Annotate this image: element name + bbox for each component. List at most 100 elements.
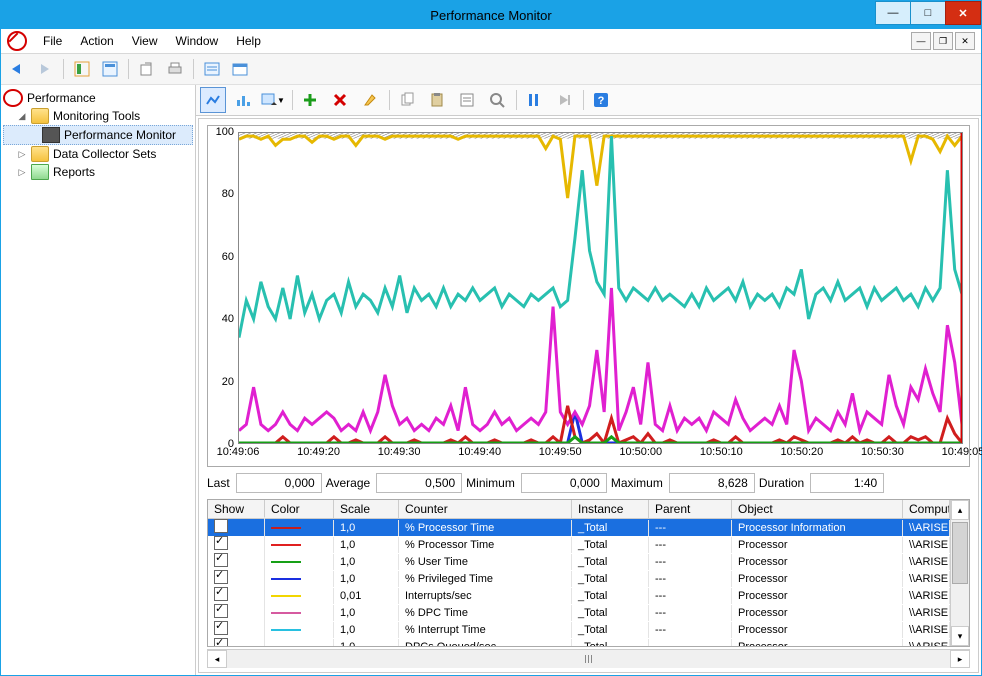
show-checkbox[interactable]: [214, 604, 228, 618]
table-row[interactable]: 1,0% User Time_Total---Processor\\ARISER…: [208, 553, 950, 570]
show-hide-tree-button[interactable]: [70, 57, 94, 81]
close-button[interactable]: ✕: [945, 1, 981, 25]
freeze-button[interactable]: [521, 87, 547, 113]
forward-button[interactable]: [33, 57, 57, 81]
table-row[interactable]: 0,01Interrupts/sec_Total---Processor\\AR…: [208, 587, 950, 604]
computer-cell: \\ARISERVER: [903, 537, 950, 553]
child-window-controls: — ❐ ✕: [911, 32, 975, 50]
show-checkbox[interactable]: [214, 553, 228, 567]
scroll-down-button[interactable]: ▾: [951, 626, 969, 646]
chart-canvas[interactable]: [238, 132, 963, 444]
scroll-right-button[interactable]: ▸: [950, 650, 970, 668]
add-counter-button[interactable]: [297, 87, 323, 113]
counter-grid[interactable]: Show Color Scale Counter Instance Parent…: [207, 499, 970, 647]
view-histogram-button[interactable]: [230, 87, 256, 113]
scale-cell: 0,01: [334, 588, 399, 604]
scroll-thumb[interactable]: [952, 522, 968, 584]
col-counter[interactable]: Counter: [399, 500, 572, 518]
delete-counter-button[interactable]: [327, 87, 353, 113]
options-button[interactable]: [200, 57, 224, 81]
export-button[interactable]: [135, 57, 159, 81]
x-tick: 10:49:06: [217, 446, 260, 458]
expand-icon[interactable]: ▷: [17, 149, 27, 160]
display-type-dropdown[interactable]: ▼: [260, 87, 286, 113]
expand-icon[interactable]: ▷: [17, 167, 27, 178]
col-show[interactable]: Show: [208, 500, 265, 518]
instance-cell: _Total: [572, 639, 649, 647]
scroll-left-button[interactable]: ◂: [207, 650, 227, 668]
counter-cell: % Processor Time: [399, 520, 572, 536]
col-computer[interactable]: Computer: [903, 500, 950, 518]
navigation-tree[interactable]: Performance ◢ Monitoring Tools Performan…: [1, 85, 196, 675]
view-graph-button[interactable]: [200, 87, 226, 113]
show-checkbox[interactable]: [214, 519, 228, 533]
scroll-track[interactable]: [951, 520, 969, 626]
parent-cell: ---: [649, 605, 732, 621]
grid-header[interactable]: Show Color Scale Counter Instance Parent…: [208, 500, 950, 519]
show-checkbox[interactable]: [214, 587, 228, 601]
instance-cell: _Total: [572, 554, 649, 570]
menu-file[interactable]: File: [35, 31, 70, 51]
titlebar[interactable]: Performance Monitor — □ ✕: [1, 1, 981, 29]
navigation-toolbar: [1, 54, 981, 85]
stats-bar: Last 0,000 Average 0,500 Minimum 0,000 M…: [203, 467, 974, 499]
counter-cell: % DPC Time: [399, 605, 572, 621]
counter-cell: Interrupts/sec: [399, 588, 572, 604]
calendar-button[interactable]: [228, 57, 252, 81]
collapse-icon[interactable]: ◢: [17, 111, 27, 122]
col-object[interactable]: Object: [732, 500, 903, 518]
maximize-button[interactable]: □: [910, 1, 946, 25]
tree-data-collector-sets[interactable]: ▷ Data Collector Sets: [3, 145, 193, 163]
minimize-button[interactable]: —: [875, 1, 911, 25]
back-button[interactable]: [5, 57, 29, 81]
child-close-button[interactable]: ✕: [955, 32, 975, 50]
computer-cell: \\ARISERVER: [903, 554, 950, 570]
copy-button[interactable]: [394, 87, 420, 113]
horizontal-scrollbar[interactable]: ◂ ▸: [207, 649, 970, 668]
col-color[interactable]: Color: [265, 500, 334, 518]
vertical-scrollbar[interactable]: ▴ ▾: [950, 500, 969, 646]
tree-performance-monitor[interactable]: Performance Monitor: [3, 125, 193, 145]
properties-button[interactable]: [98, 57, 122, 81]
menu-window[interactable]: Window: [168, 31, 227, 51]
table-row[interactable]: 1,0% DPC Time_Total---Processor\\ARISERV…: [208, 604, 950, 621]
child-minimize-button[interactable]: —: [911, 32, 931, 50]
col-scale[interactable]: Scale: [334, 500, 399, 518]
detail-panel: ▼ ? 020406080100: [196, 85, 981, 675]
child-restore-button[interactable]: ❐: [933, 32, 953, 50]
show-checkbox[interactable]: [214, 621, 228, 635]
zoom-button[interactable]: [484, 87, 510, 113]
col-parent[interactable]: Parent: [649, 500, 732, 518]
avg-label: Average: [326, 476, 372, 490]
tree-root[interactable]: Performance: [3, 89, 193, 107]
highlight-button[interactable]: [357, 87, 383, 113]
object-cell: Processor: [732, 639, 903, 647]
table-row[interactable]: 1,0% Interrupt Time_Total---Processor\\A…: [208, 621, 950, 638]
chart-area[interactable]: 020406080100 10:49:0610:49:2010:49:3010:…: [207, 125, 970, 467]
scroll-up-button[interactable]: ▴: [951, 500, 969, 520]
menu-action[interactable]: Action: [72, 31, 121, 51]
menu-view[interactable]: View: [124, 31, 166, 51]
update-button[interactable]: [551, 87, 577, 113]
tree-reports[interactable]: ▷ Reports: [3, 163, 193, 181]
properties-chart-button[interactable]: [454, 87, 480, 113]
window-controls: — □ ✕: [876, 1, 981, 23]
color-swatch: [271, 527, 301, 529]
col-instance[interactable]: Instance: [572, 500, 649, 518]
menu-help[interactable]: Help: [228, 31, 269, 51]
object-cell: Processor: [732, 605, 903, 621]
tree-label: Performance Monitor: [64, 128, 176, 142]
scroll-track[interactable]: [227, 650, 950, 668]
counter-cell: % Privileged Time: [399, 571, 572, 587]
table-row[interactable]: 1,0DPCs Queued/sec_Total---Processor\\AR…: [208, 638, 950, 646]
tree-monitoring-tools[interactable]: ◢ Monitoring Tools: [3, 107, 193, 125]
print-button[interactable]: [163, 57, 187, 81]
show-checkbox[interactable]: [214, 536, 228, 550]
show-checkbox[interactable]: [214, 570, 228, 584]
help-button[interactable]: ?: [588, 87, 614, 113]
show-checkbox[interactable]: [214, 638, 228, 646]
table-row[interactable]: 1,0% Privileged Time_Total---Processor\\…: [208, 570, 950, 587]
paste-button[interactable]: [424, 87, 450, 113]
table-row[interactable]: 1,0% Processor Time_Total---Processor In…: [208, 519, 950, 536]
table-row[interactable]: 1,0% Processor Time_Total---Processor\\A…: [208, 536, 950, 553]
